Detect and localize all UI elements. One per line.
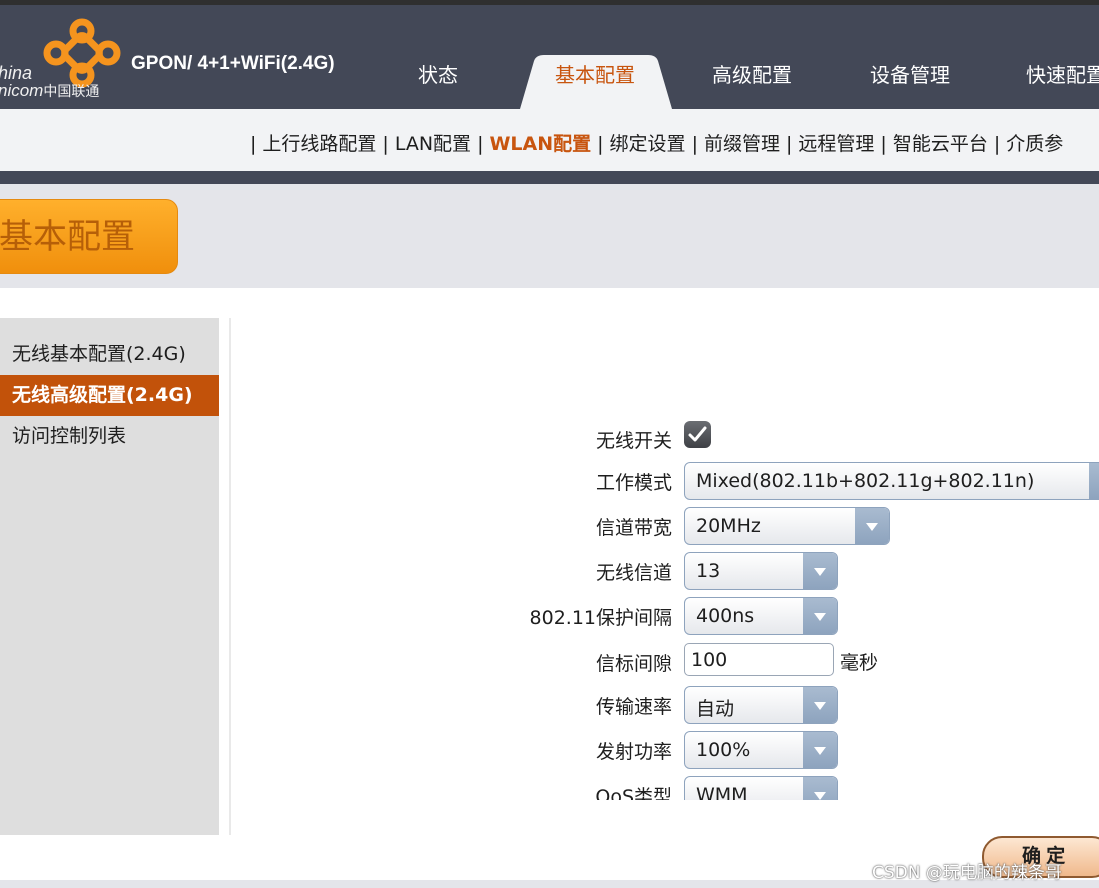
chevron-down-icon[interactable] [1089,463,1099,499]
chevron-down-icon[interactable] [803,687,837,723]
guard-interval-select[interactable]: 400ns [684,597,838,635]
work-mode-value: Mixed(802.11b+802.11g+802.11n) [696,470,1035,492]
subnav-smart-cloud[interactable]: 智能云平台 [893,133,988,155]
beacon-interval-unit: 毫秒 [840,652,879,674]
tab-basic-config[interactable]: 基本配置 [535,50,655,104]
wireless-switch-checkbox[interactable] [684,421,711,448]
tx-rate-label: 传输速率 [595,696,672,718]
tx-power-value: 100% [696,739,751,761]
subnav-bottom-bar [0,171,1099,184]
tx-rate-value: 自动 [696,698,735,720]
logo-text-en: nicom [0,81,44,100]
subnav-separator: | [477,133,484,155]
channel-bandwidth-value: 20MHz [696,515,761,537]
subnav-separator: | [250,133,257,155]
sub-nav-items: | 上行线路配置 | LAN配置 | WLAN配置 | 绑定设置 | 前缀管理 | 远程管理 | 智能云平… [244,129,1063,156]
row-work-mode: 工作模式 Mixed(802.11b+802.11g+802.11n) [230,462,1099,500]
sidebar-item-access-control[interactable]: 访问控制列表 [0,416,219,457]
logo-text-line2: nicom中国联通 [0,81,99,101]
channel-bandwidth-select[interactable]: 20MHz [684,507,890,545]
tx-power-label: 发射功率 [595,741,672,763]
subnav-remote-management[interactable]: 远程管理 [798,133,874,155]
row-tx-rate: 传输速率 自动 [230,686,1099,724]
row-beacon-interval: 信标间隙 毫秒 [230,643,1099,679]
wireless-channel-value: 13 [696,560,721,582]
subnav-separator: | [597,133,604,155]
qos-type-value: WMM [696,784,748,800]
subnav-separator: | [880,133,887,155]
china-unicom-logo-icon [43,18,121,88]
tab-quick-config[interactable]: 快速配置 [1026,50,1099,104]
sub-navigation: | 上行线路配置 | LAN配置 | WLAN配置 | 绑定设置 | 前缀管理 | 远程管理 | 智能云平… [0,109,1099,171]
subnav-media-params[interactable]: 介质参 [1006,133,1063,155]
tab-status[interactable]: 状态 [398,50,478,104]
sidebar-item-wireless-advanced[interactable]: 无线高级配置(2.4G) [0,375,219,416]
checkmark-icon [688,426,707,442]
chevron-down-icon[interactable] [803,598,837,634]
chevron-down-icon[interactable] [803,732,837,768]
wireless-switch-label: 无线开关 [595,430,672,452]
subnav-binding-settings[interactable]: 绑定设置 [610,133,686,155]
work-mode-label: 工作模式 [595,472,672,494]
beacon-interval-label: 信标间隙 [595,653,672,675]
wireless-channel-select[interactable]: 13 [684,552,838,590]
tx-rate-select[interactable]: 自动 [684,686,838,724]
subnav-separator: | [382,133,389,155]
tab-device-management[interactable]: 设备管理 [850,50,970,104]
tx-power-select[interactable]: 100% [684,731,838,769]
wireless-channel-label: 无线信道 [595,562,672,584]
qos-type-label: QoS类型 [595,786,672,800]
subnav-separator: | [691,133,698,155]
subnav-uplink-config[interactable]: 上行线路配置 [262,133,376,155]
row-wireless-channel: 无线信道 13 [230,552,1099,590]
model-title: GPON/ 4+1+WiFi(2.4G) [131,53,335,74]
subnav-separator: | [993,133,1001,155]
page-title: 基本配置 [0,199,178,274]
channel-bandwidth-label: 信道带宽 [595,517,672,539]
chevron-down-icon[interactable] [803,777,837,800]
subnav-wlan-config[interactable]: WLAN配置 [489,133,591,155]
work-mode-select[interactable]: Mixed(802.11b+802.11g+802.11n) [684,462,1099,500]
watermark: CSDN @玩电脑的辣条哥 [872,863,1062,883]
chevron-down-icon[interactable] [855,508,889,544]
beacon-interval-input[interactable] [684,643,834,676]
subnav-lan-config[interactable]: LAN配置 [395,133,471,155]
row-channel-bandwidth: 信道带宽 20MHz [230,507,1099,545]
subnav-separator: | [785,133,793,155]
subnav-prefix-management[interactable]: 前缀管理 [704,133,780,155]
row-qos-type: QoS类型 WMM [230,776,1099,800]
logo-text-cn: 中国联通 [43,83,100,99]
row-wireless-switch: 无线开关 [230,420,1099,456]
qos-type-select[interactable]: WMM [684,776,838,800]
chevron-down-icon[interactable] [803,553,837,589]
tab-advanced-config[interactable]: 高级配置 [692,50,812,104]
guard-interval-value: 400ns [696,605,755,627]
row-tx-power: 发射功率 100% [230,731,1099,769]
sidebar-item-wireless-basic[interactable]: 无线基本配置(2.4G) [0,334,219,375]
sidebar: 无线基本配置(2.4G) 无线高级配置(2.4G) 访问控制列表 [0,318,219,835]
row-guard-interval: 802.11保护间隔 400ns [230,597,1099,635]
settings-form: 无线开关 工作模式 Mixed(802.11b+802.11g+802.11n)… [230,400,1099,800]
guard-interval-label: 802.11保护间隔 [529,607,672,629]
